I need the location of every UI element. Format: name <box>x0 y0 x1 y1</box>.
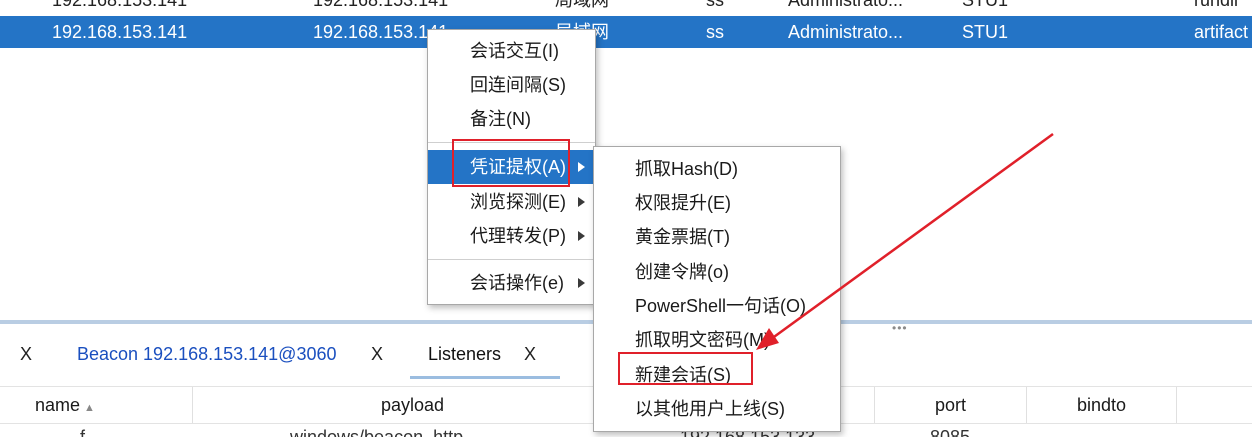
session-row-selected[interactable]: 192.168.153.141 192.168.153.141 局域网 ss A… <box>0 16 1252 48</box>
menu-item-label: 浏览探测(E) <box>470 192 566 212</box>
annotation-box <box>618 352 753 385</box>
listener-name: f... <box>80 427 101 437</box>
listener-port: 8085 <box>930 427 971 437</box>
column-header-payload[interactable]: payload <box>193 387 633 423</box>
submenu-item-make-token[interactable]: 创建令牌(o) <box>594 255 840 289</box>
menu-separator <box>428 259 595 260</box>
submenu-item-one-liner[interactable]: PowerShell一句话(O) <box>594 289 840 323</box>
session-external-ip: 192.168.153.141 <box>52 0 188 10</box>
menu-item-sleep[interactable]: 回连间隔(S) <box>428 68 595 102</box>
submenu-item-dump-hashes[interactable]: 抓取Hash(D) <box>594 152 840 186</box>
menu-item-session[interactable]: 会话操作(e) <box>428 266 595 300</box>
annotation-box <box>452 139 570 187</box>
session-computer: STU1 <box>962 0 1009 10</box>
session-listener: 局域网 <box>555 0 609 10</box>
menu-item-label: 代理转发(P) <box>470 226 566 246</box>
column-header-label: name <box>35 395 81 415</box>
menu-item-pivoting[interactable]: 代理转发(P) <box>428 219 595 253</box>
session-user-short: ss <box>706 0 724 10</box>
menu-item-label: 会话操作(e) <box>470 273 564 293</box>
sort-ascending-icon: ▲ <box>84 402 95 414</box>
session-external-ip: 192.168.153.141 <box>52 22 188 42</box>
session-user: Administrato... <box>788 22 904 42</box>
submenu-arrow-icon <box>578 197 585 207</box>
submenu-arrow-icon <box>578 162 585 172</box>
submenu-item-spawn-as[interactable]: 以其他用户上线(S) <box>594 392 840 426</box>
column-header-bindto[interactable]: bindto <box>1027 387 1177 423</box>
access-submenu: 抓取Hash(D) 权限提升(E) 黄金票据(T) 创建令牌(o) PowerS… <box>593 146 841 432</box>
listeners-tab-close-button[interactable]: X <box>524 344 536 365</box>
submenu-item-golden-ticket[interactable]: 黄金票据(T) <box>594 220 840 254</box>
session-note: artifact <box>1194 22 1249 42</box>
submenu-arrow-icon <box>578 278 585 288</box>
menu-item-explore[interactable]: 浏览探测(E) <box>428 185 595 219</box>
session-computer: STU1 <box>962 22 1009 42</box>
tab-beacon[interactable]: Beacon 192.168.153.141@3060 <box>77 344 337 365</box>
menu-item-label: 会话交互(I) <box>470 41 559 61</box>
active-tab-indicator <box>410 376 560 379</box>
session-user: Administrato... <box>788 0 904 10</box>
column-header-port[interactable]: port <box>875 387 1027 423</box>
submenu-item-elevate[interactable]: 权限提升(E) <box>594 186 840 220</box>
cobalt-strike-window: 192.168.153.141 192.168.153.141 局域网 ss A… <box>0 0 1252 437</box>
menu-item-label: 回连间隔(S) <box>470 75 566 95</box>
menu-item-interact[interactable]: 会话交互(I) <box>428 34 595 68</box>
menu-item-label: 备注(N) <box>470 109 531 129</box>
console-tab-close-button[interactable]: X <box>20 344 32 365</box>
menu-item-note[interactable]: 备注(N) <box>428 102 595 136</box>
submenu-arrow-icon <box>578 231 585 241</box>
beacon-tab-close-button[interactable]: X <box>371 344 383 365</box>
session-internal-ip: 192.168.153.141 <box>313 0 449 10</box>
session-row[interactable]: 192.168.153.141 192.168.153.141 局域网 ss A… <box>0 0 1252 16</box>
listener-payload: windows/beacon_http... <box>290 427 479 437</box>
session-user-short: ss <box>706 22 724 42</box>
session-note: rundll <box>1194 0 1239 10</box>
column-header-name[interactable]: name ▲ <box>0 387 193 423</box>
tab-listeners[interactable]: Listeners <box>428 344 501 365</box>
